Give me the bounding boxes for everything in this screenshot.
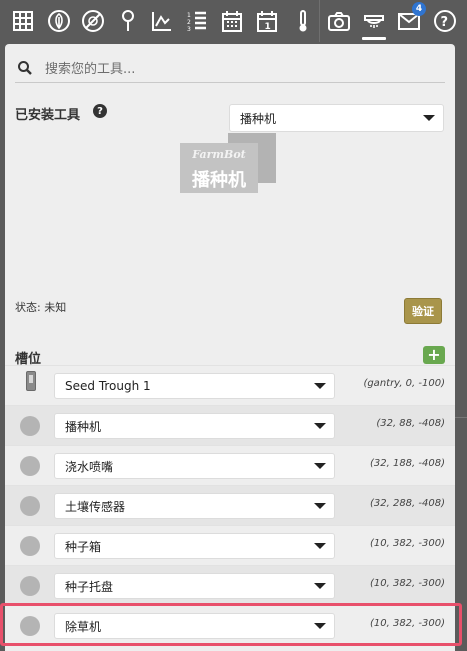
- slot-row: 种子托盘 (10, 382, -300): [5, 565, 455, 606]
- tool-circle-icon: [20, 456, 40, 476]
- slot-tool-select[interactable]: Seed Trough 1: [54, 373, 335, 399]
- tools-panel: 已安装工具 ? 播种机 FarmBot 播种机 状态: 未知 验证 槽位 + S…: [5, 44, 455, 651]
- svg-text:2: 2: [187, 19, 191, 26]
- verify-button[interactable]: 验证: [404, 298, 442, 324]
- tool-circle-icon: [20, 416, 40, 436]
- installed-tool-value: 播种机: [240, 111, 277, 126]
- thermometer-icon[interactable]: [288, 6, 318, 36]
- help-icon[interactable]: ?: [430, 6, 460, 36]
- slot-coordinates: (10, 382, -300): [369, 538, 445, 549]
- search-bar: [15, 56, 445, 83]
- installed-tool-title: 已安装工具: [15, 108, 81, 123]
- slot-tool-select[interactable]: 除草机: [54, 613, 335, 639]
- calendar-day-icon[interactable]: 1: [252, 6, 282, 36]
- grid-icon[interactable]: [8, 6, 38, 36]
- tool-image-label: 播种机: [192, 170, 246, 191]
- slot-row: Seed Trough 1 (gantry, 0, -100): [5, 365, 455, 406]
- slot-tool-select[interactable]: 种子托盘: [54, 573, 335, 599]
- chevron-down-icon: [423, 115, 435, 121]
- search-icon: [18, 61, 32, 75]
- status-text: 状态: 未知: [15, 301, 67, 314]
- slot-row: 种子箱 (10, 382, -300): [5, 525, 455, 566]
- slot-coordinates: (32, 88, -408): [376, 418, 445, 429]
- location-pin-icon[interactable]: [113, 6, 143, 36]
- tool-image: FarmBot 播种机: [180, 133, 276, 203]
- mail-icon[interactable]: 4: [394, 2, 426, 36]
- top-navigation: 123 1 4 ?: [0, 0, 467, 42]
- chevron-down-icon: [314, 583, 326, 589]
- seed-trough-icon: [26, 371, 36, 391]
- question-icon[interactable]: ?: [93, 104, 107, 118]
- tool-circle-icon: [20, 616, 40, 636]
- chevron-down-icon: [314, 623, 326, 629]
- chevron-down-icon: [314, 543, 326, 549]
- tool-circle-icon: [20, 576, 40, 596]
- chevron-down-icon: [314, 423, 326, 429]
- nav-divider: [319, 0, 320, 42]
- divider-line: [455, 417, 467, 418]
- svg-text:1: 1: [187, 12, 191, 19]
- slot-coordinates: (32, 188, -408): [369, 458, 445, 469]
- svg-text:1: 1: [265, 22, 271, 32]
- installed-tool-select[interactable]: 播种机: [229, 104, 444, 132]
- svg-text:3: 3: [187, 26, 191, 33]
- slot-tool-select[interactable]: 浇水喷嘴: [54, 453, 335, 479]
- calendar-icon[interactable]: [217, 6, 247, 36]
- slot-row: 土壤传感器 (32, 288, -408): [5, 485, 455, 526]
- chart-icon[interactable]: [147, 6, 177, 36]
- camera-icon[interactable]: [324, 6, 354, 36]
- no-sign-icon[interactable]: [78, 6, 108, 36]
- chevron-down-icon: [314, 503, 326, 509]
- slot-tool-select[interactable]: 种子箱: [54, 533, 335, 559]
- search-input[interactable]: [43, 56, 443, 82]
- slot-coordinates: (gantry, 0, -100): [363, 378, 445, 389]
- svg-text:?: ?: [441, 15, 449, 30]
- slot-coordinates: (10, 382, -300): [369, 618, 445, 629]
- slot-coordinates: (10, 382, -300): [369, 578, 445, 589]
- chevron-down-icon: [314, 463, 326, 469]
- add-slot-button[interactable]: +: [423, 346, 445, 364]
- slot-row: 除草机 (10, 382, -300): [5, 605, 455, 646]
- chevron-down-icon: [314, 383, 326, 389]
- notification-badge: 4: [412, 2, 426, 16]
- slot-tool-select[interactable]: 播种机: [54, 413, 335, 439]
- slot-row: 浇水喷嘴 (32, 188, -408): [5, 445, 455, 486]
- slot-coordinates: (32, 288, -408): [369, 498, 445, 509]
- slot-tool-select[interactable]: 土壤传感器: [54, 493, 335, 519]
- tool-circle-icon: [20, 496, 40, 516]
- farmbot-logo: FarmBot: [192, 148, 246, 161]
- leaf-icon[interactable]: [44, 6, 74, 36]
- slot-row: 播种机 (32, 88, -408): [5, 405, 455, 446]
- tools-icon[interactable]: [359, 6, 389, 40]
- tool-circle-icon: [20, 536, 40, 556]
- numbered-list-icon[interactable]: 123: [182, 6, 212, 36]
